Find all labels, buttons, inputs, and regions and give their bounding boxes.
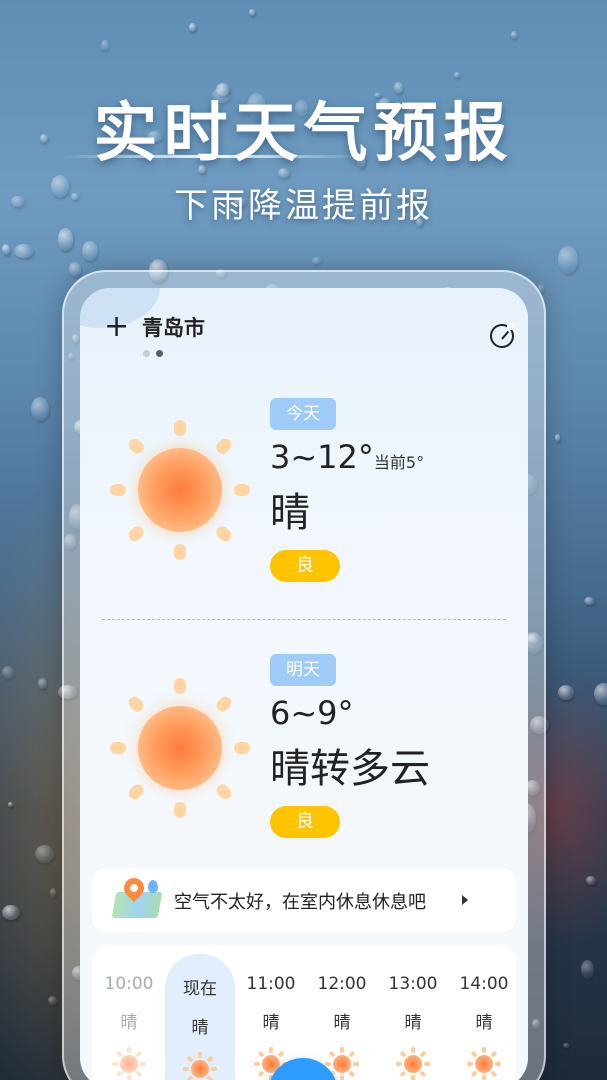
sun-ray	[126, 781, 147, 802]
hour-condition: 晴	[262, 1013, 280, 1033]
hour-time: 10:00	[104, 974, 154, 994]
plus-icon: +	[104, 309, 130, 344]
refresh-icon	[501, 330, 510, 340]
hour-condition: 晴	[475, 1013, 493, 1033]
aqi-badge-tomorrow[interactable]: 良	[270, 806, 340, 838]
temp-range-value: 3~12°	[270, 438, 374, 476]
dashed-divider	[102, 619, 506, 620]
sun-ray	[213, 436, 234, 457]
sun-icon	[110, 420, 250, 560]
hour-condition: 晴	[191, 1018, 209, 1038]
temp-range-tomorrow: 6~9°	[270, 694, 354, 732]
page-dot-1[interactable]	[143, 350, 150, 357]
sun-ray	[126, 694, 147, 715]
air-quality-tip[interactable]: 空气不太好，在室内休息休息吧	[92, 868, 516, 932]
hero-subtitle: 下雨降温提前报	[174, 186, 433, 226]
sun-ray	[126, 436, 147, 457]
sun-icon	[467, 1047, 501, 1080]
tip-text: 空气不太好，在室内休息休息吧	[174, 892, 426, 913]
sun-icon	[396, 1047, 430, 1080]
hero-title: 实时天气预报	[93, 97, 514, 171]
page-dot-2[interactable]	[156, 350, 163, 357]
city-name[interactable]: 青岛市	[142, 312, 205, 342]
sun-ray	[110, 742, 126, 754]
hour-item[interactable]: 13:00 晴	[378, 954, 448, 1080]
hour-time: 13:00	[388, 974, 438, 994]
chevron-right-icon	[462, 895, 468, 905]
sun-icon	[110, 678, 250, 818]
sun-ray	[174, 802, 186, 818]
sun-icon	[112, 1047, 146, 1080]
app-screen: + 青岛市 今天 3~12°当前5° 晴 良 明天 6~9° 晴转多云 良 空气…	[80, 288, 528, 1080]
aqi-badge-today[interactable]: 良	[270, 550, 340, 582]
hour-item[interactable]: 现在晴	[165, 954, 235, 1080]
sun-ray	[174, 420, 186, 436]
hour-condition: 晴	[404, 1013, 422, 1033]
sun-ray	[126, 523, 147, 544]
hour-time: 14:00	[459, 974, 509, 994]
day-tag-today: 今天	[270, 398, 336, 430]
hero-divider-line	[60, 155, 360, 158]
sun-ray	[110, 484, 126, 496]
sun-icon	[183, 1052, 217, 1080]
hour-time: 现在	[183, 979, 217, 999]
sun-ray	[234, 742, 250, 754]
map-pin-icon	[111, 873, 164, 920]
condition-today: 晴	[270, 490, 310, 536]
hour-item[interactable]: 10:00 晴	[94, 954, 164, 1080]
temp-range-today: 3~12°当前5°	[270, 438, 424, 476]
hour-time: 11:00	[246, 974, 296, 994]
refresh-button[interactable]	[490, 322, 515, 348]
page-indicator	[143, 350, 163, 357]
condition-tomorrow: 晴转多云	[270, 746, 430, 792]
temp-range-value: 6~9°	[270, 694, 354, 732]
sun-ray	[213, 694, 234, 715]
day-tag-tomorrow: 明天	[270, 654, 336, 686]
hour-condition: 晴	[333, 1013, 351, 1033]
sun-ray	[234, 484, 250, 496]
hour-time: 12:00	[317, 974, 367, 994]
current-temp: 当前5°	[373, 453, 425, 472]
sun-ray	[174, 544, 186, 560]
hour-condition: 晴	[120, 1013, 138, 1033]
day-card-tomorrow[interactable]: 明天 6~9° 晴转多云 良	[80, 638, 528, 838]
sun-ray	[174, 678, 186, 694]
sun-ray	[213, 781, 234, 802]
add-city-button[interactable]: +	[104, 312, 129, 342]
sun-ray	[213, 523, 234, 544]
hour-item[interactable]: 14:00 晴	[449, 954, 519, 1080]
day-card-today[interactable]: 今天 3~12°当前5° 晴 良	[80, 380, 528, 582]
